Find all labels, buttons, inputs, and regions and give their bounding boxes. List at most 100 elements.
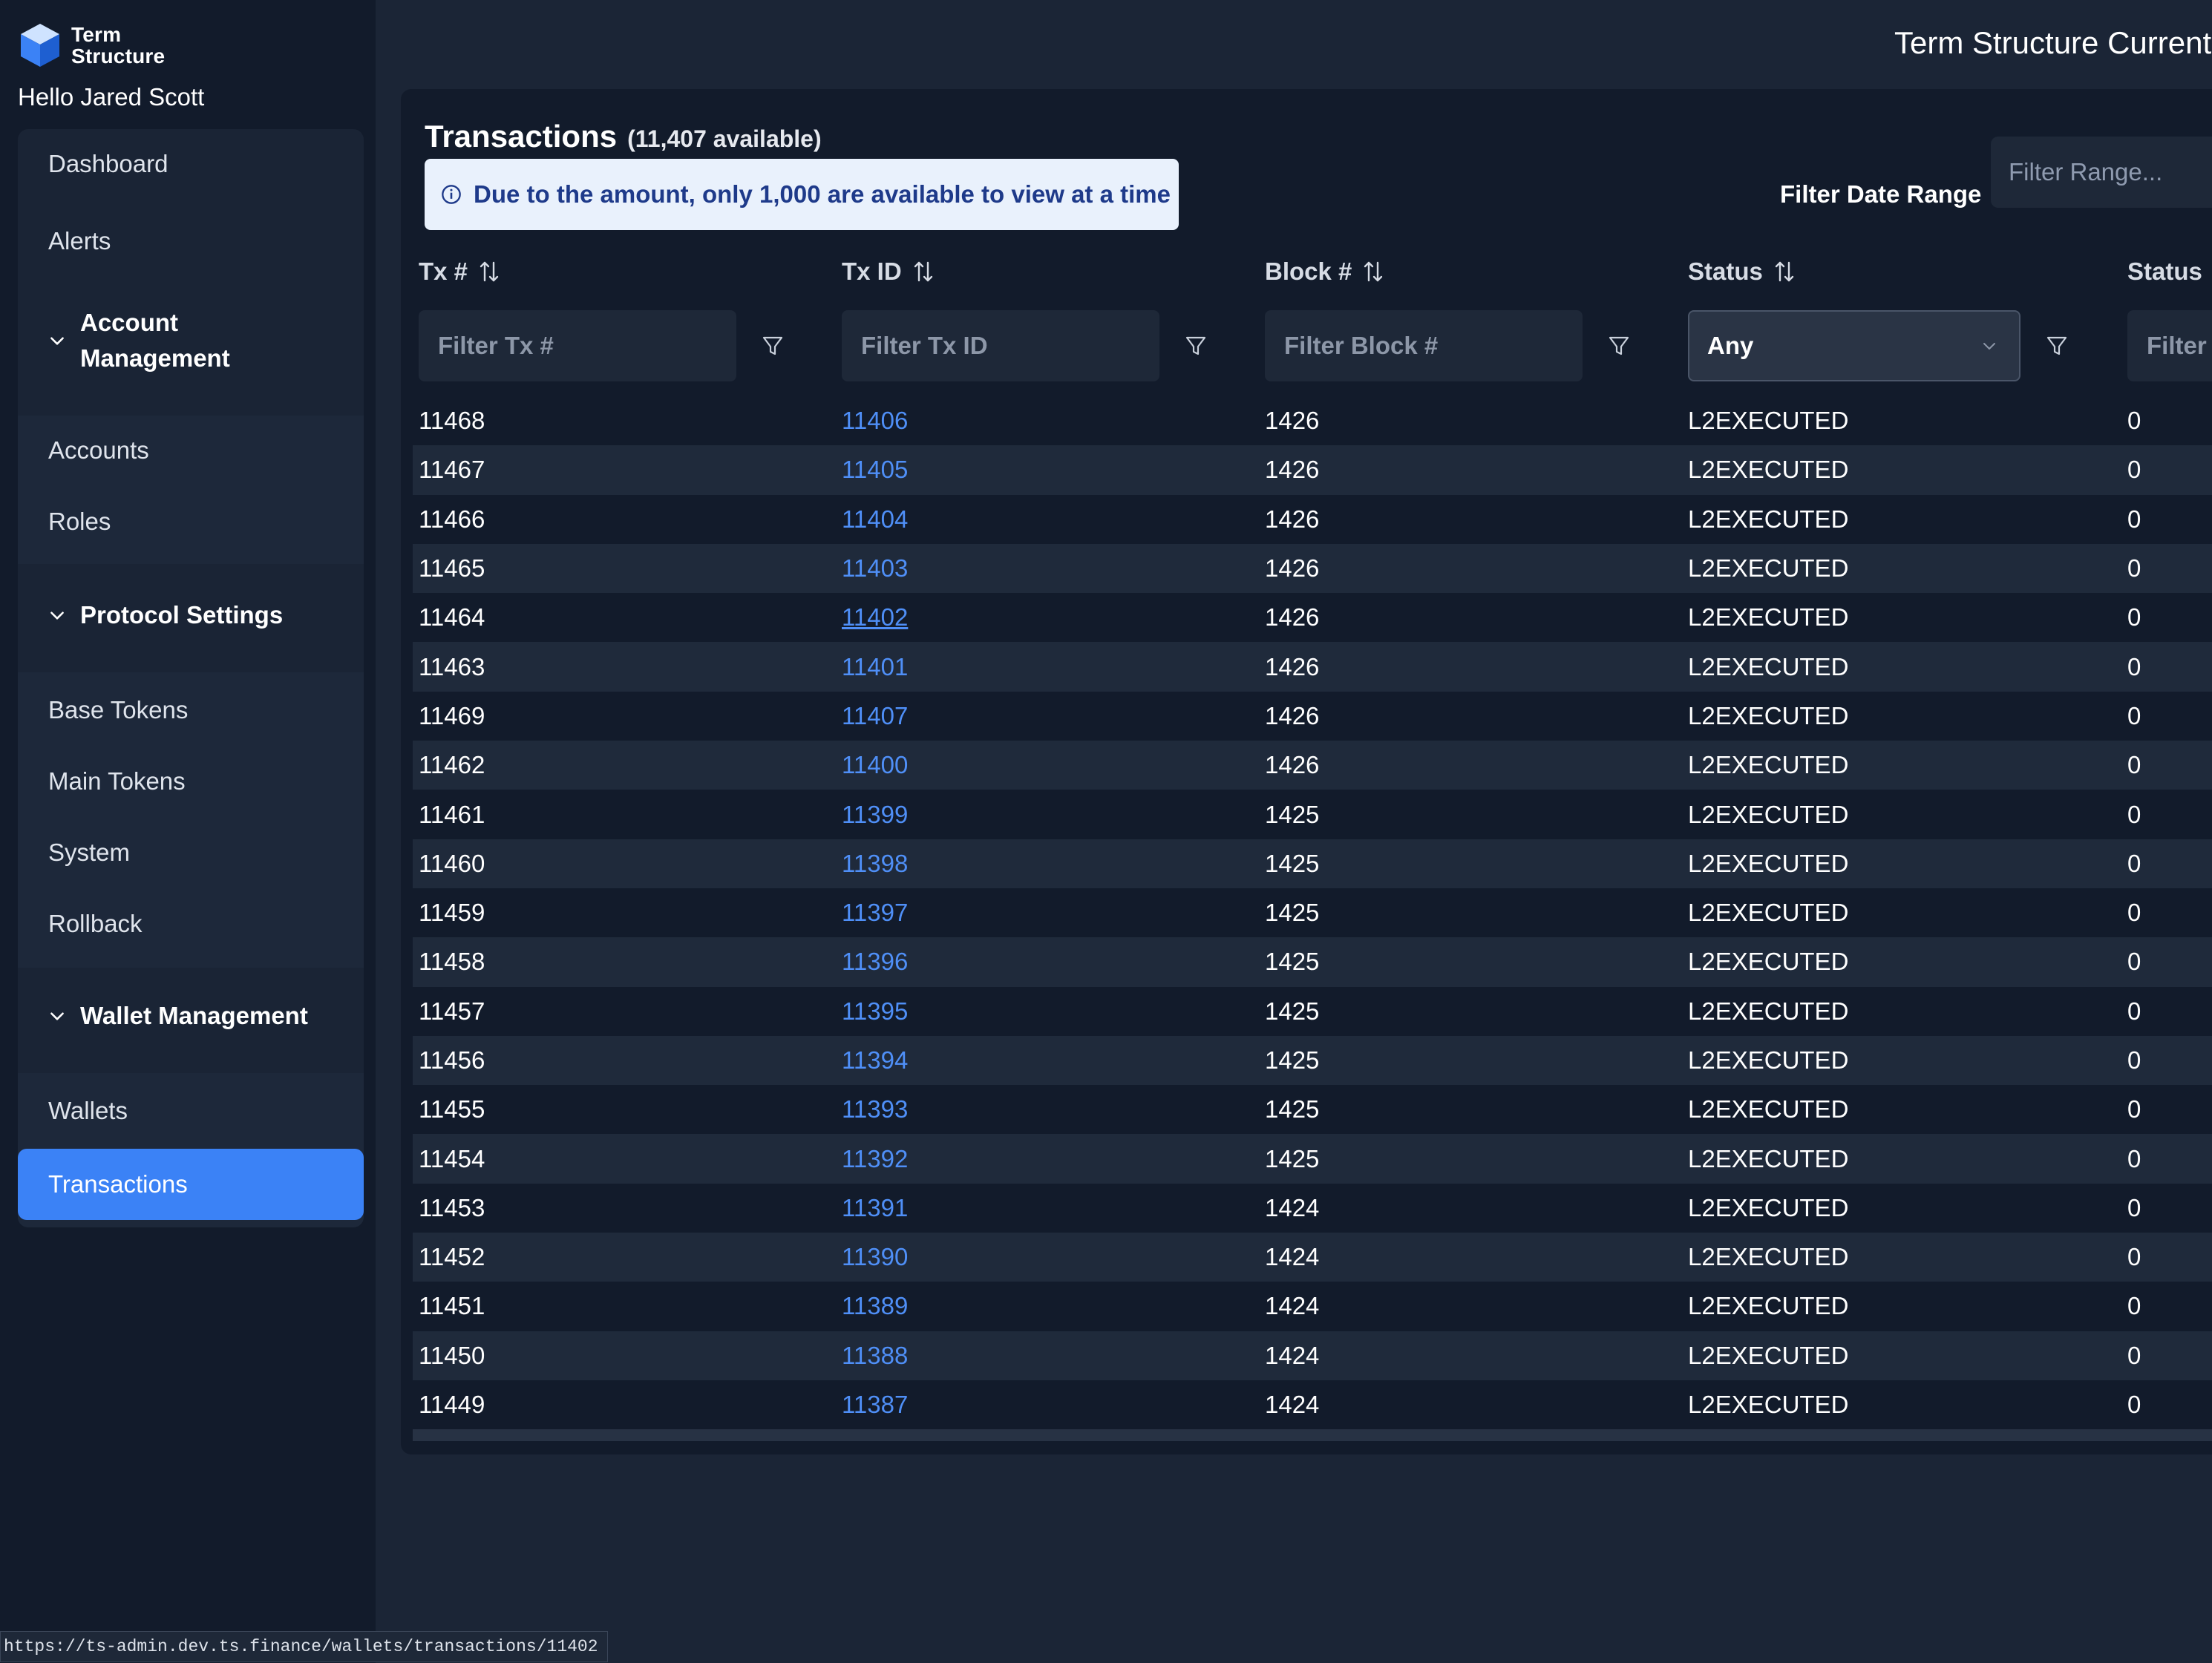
sidebar-item-transactions[interactable]: Transactions: [18, 1149, 364, 1220]
cell-txid-link[interactable]: 11390: [842, 1243, 908, 1271]
table-cell: 0: [2127, 1036, 2141, 1085]
sidebar-item-base-tokens[interactable]: Base Tokens: [18, 675, 364, 745]
table-row[interactable]: 11455 11393 1425 L2EXECUTED 0: [413, 1085, 2212, 1134]
table-row[interactable]: 11466 11404 1426 L2EXECUTED 0: [413, 495, 2212, 544]
cell-txid-link[interactable]: 11387: [842, 1391, 908, 1419]
column-header-block[interactable]: Block #: [1265, 255, 1384, 288]
cell-block: 1426: [1265, 554, 1320, 583]
table-row[interactable]: 11464 11402 1426 L2EXECUTED 0: [413, 593, 2212, 642]
cell-txid-link[interactable]: 11391: [842, 1194, 908, 1222]
cell-tx: 11456: [419, 1046, 485, 1074]
cell-status: L2EXECUTED: [1688, 1391, 1849, 1419]
filter-icon[interactable]: [1185, 334, 1207, 358]
filter-icon[interactable]: [2046, 334, 2068, 358]
cell-txid-link[interactable]: 11397: [842, 899, 908, 927]
cell-block: 1426: [1265, 751, 1320, 779]
cell-txid-link[interactable]: 11393: [842, 1095, 908, 1124]
cell-txid-link[interactable]: 11400: [842, 751, 908, 779]
filter-icon[interactable]: [1608, 334, 1630, 358]
sidebar-item-accounts[interactable]: Accounts: [18, 416, 364, 485]
table-row[interactable]: 11452 11390 1424 L2EXECUTED 0: [413, 1233, 2212, 1282]
table-row[interactable]: 11459 11397 1425 L2EXECUTED 0: [413, 888, 2212, 937]
table-cell: L2EXECUTED: [1688, 396, 1848, 445]
cell-txid-link[interactable]: 11396: [842, 948, 908, 976]
sidebar-item-main-tokens[interactable]: Main Tokens: [18, 747, 364, 816]
table-row[interactable]: 11463 11401 1426 L2EXECUTED 0: [413, 642, 2212, 692]
cell-txid-link[interactable]: 11406: [842, 407, 908, 435]
table-cell: 0: [2127, 741, 2141, 790]
table-cell: 0: [2127, 1085, 2141, 1134]
table-row[interactable]: 11458 11396 1425 L2EXECUTED 0: [413, 937, 2212, 987]
table-cell: L2EXECUTED: [1688, 495, 1848, 544]
table-row[interactable]: 11454 11392 1425 L2EXECUTED 0: [413, 1134, 2212, 1184]
filter-icon[interactable]: [762, 334, 784, 358]
sidebar-item-alerts[interactable]: Alerts: [18, 206, 364, 276]
sidebar-item-roles[interactable]: Roles: [18, 487, 364, 557]
horizontal-scrollbar[interactable]: [413, 1429, 2212, 1441]
table-cell: L2EXECUTED: [1688, 1036, 1848, 1085]
column-header-status-2[interactable]: Status: [2127, 255, 2202, 288]
cell-txid-link[interactable]: 11394: [842, 1046, 908, 1075]
table-row[interactable]: 11468 11406 1426 L2EXECUTED 0: [413, 396, 2212, 445]
sidebar-group-account-management[interactable]: Account Management: [18, 285, 364, 396]
cell-txid-link[interactable]: 11403: [842, 554, 908, 583]
table-row[interactable]: 11461 11399 1425 L2EXECUTED 0: [413, 790, 2212, 839]
cell-txid-link[interactable]: 11398: [842, 850, 908, 878]
cell-txid-link[interactable]: 11404: [842, 505, 908, 534]
table-row[interactable]: 11460 11398 1425 L2EXECUTED 0: [413, 839, 2212, 888]
table-row[interactable]: 11450 11388 1424 L2EXECUTED 0: [413, 1331, 2212, 1380]
filter-status-2-input[interactable]: [2127, 310, 2212, 381]
table-cell: 0: [2127, 1331, 2141, 1380]
filter-date-range-input[interactable]: [1991, 137, 2212, 208]
cell-txid-link[interactable]: 11395: [842, 997, 908, 1026]
sidebar-item-dashboard[interactable]: Dashboard: [18, 129, 364, 199]
column-header-status[interactable]: Status: [1688, 255, 1796, 288]
cell-status-2: 0: [2127, 1243, 2141, 1271]
sidebar-item-rollback[interactable]: Rollback: [18, 889, 364, 959]
table-row[interactable]: 11453 11391 1424 L2EXECUTED 0: [413, 1184, 2212, 1233]
table-cell: 11397: [842, 888, 908, 937]
table-row[interactable]: 11457 11395 1425 L2EXECUTED 0: [413, 987, 2212, 1036]
table-row[interactable]: 11467 11405 1426 L2EXECUTED 0: [413, 445, 2212, 495]
sidebar-group-protocol-settings[interactable]: Protocol Settings: [18, 574, 364, 656]
filter-txid-input[interactable]: [842, 310, 1159, 381]
column-header-txid[interactable]: Tx ID: [842, 255, 935, 288]
table-cell: 0: [2127, 1282, 2141, 1331]
cell-txid-link[interactable]: 11388: [842, 1342, 908, 1370]
cell-txid-link[interactable]: 11402: [842, 603, 908, 632]
sidebar-item-wallets[interactable]: Wallets: [18, 1076, 364, 1146]
cell-txid-link[interactable]: 11405: [842, 456, 908, 484]
table-cell: 11405: [842, 445, 908, 494]
table-row[interactable]: 11465 11403 1426 L2EXECUTED 0: [413, 543, 2212, 594]
info-notice: Due to the amount, only 1,000 are availa…: [425, 159, 1179, 230]
cell-txid-link[interactable]: 11389: [842, 1292, 908, 1320]
table-row[interactable]: 11456 11394 1425 L2EXECUTED 0: [413, 1035, 2212, 1086]
filter-status-select[interactable]: Any: [1688, 310, 2020, 381]
sidebar-item-system[interactable]: System: [18, 818, 364, 888]
sidebar-item-label: System: [48, 839, 131, 866]
cell-block: 1425: [1265, 849, 1320, 877]
table-cell: 0: [2127, 495, 2141, 544]
column-header-tx[interactable]: Tx #: [419, 255, 500, 288]
filter-block-input[interactable]: [1265, 310, 1583, 381]
cell-status-2: 0: [2127, 456, 2141, 484]
info-notice-text: Due to the amount, only 1,000 are availa…: [474, 180, 1171, 208]
table-cell: L2EXECUTED: [1688, 1085, 1848, 1134]
cell-txid-link[interactable]: 11407: [842, 702, 908, 730]
table-cell: 11390: [842, 1233, 908, 1282]
cell-txid-link[interactable]: 11401: [842, 653, 908, 681]
sidebar-group-wallet-management[interactable]: Wallet Management: [18, 975, 364, 1057]
cell-txid-link[interactable]: 11392: [842, 1145, 908, 1173]
table-row[interactable]: 11449 11387 1424 L2EXECUTED 0: [413, 1380, 2212, 1429]
cell-status: L2EXECUTED: [1688, 1046, 1849, 1074]
cell-status: L2EXECUTED: [1688, 1193, 1849, 1221]
cell-txid-link[interactable]: 11399: [842, 801, 908, 829]
brand[interactable]: Term Structure: [18, 22, 165, 68]
cell-tx: 11464: [419, 603, 485, 632]
cell-tx: 11462: [419, 751, 485, 779]
filter-tx-input[interactable]: [419, 310, 736, 381]
table-cell: 1425: [1265, 1085, 1319, 1134]
table-row[interactable]: 11469 11407 1426 L2EXECUTED 0: [413, 692, 2212, 741]
table-row[interactable]: 11462 11400 1426 L2EXECUTED 0: [413, 741, 2212, 790]
table-row[interactable]: 11451 11389 1424 L2EXECUTED 0: [413, 1282, 2212, 1331]
